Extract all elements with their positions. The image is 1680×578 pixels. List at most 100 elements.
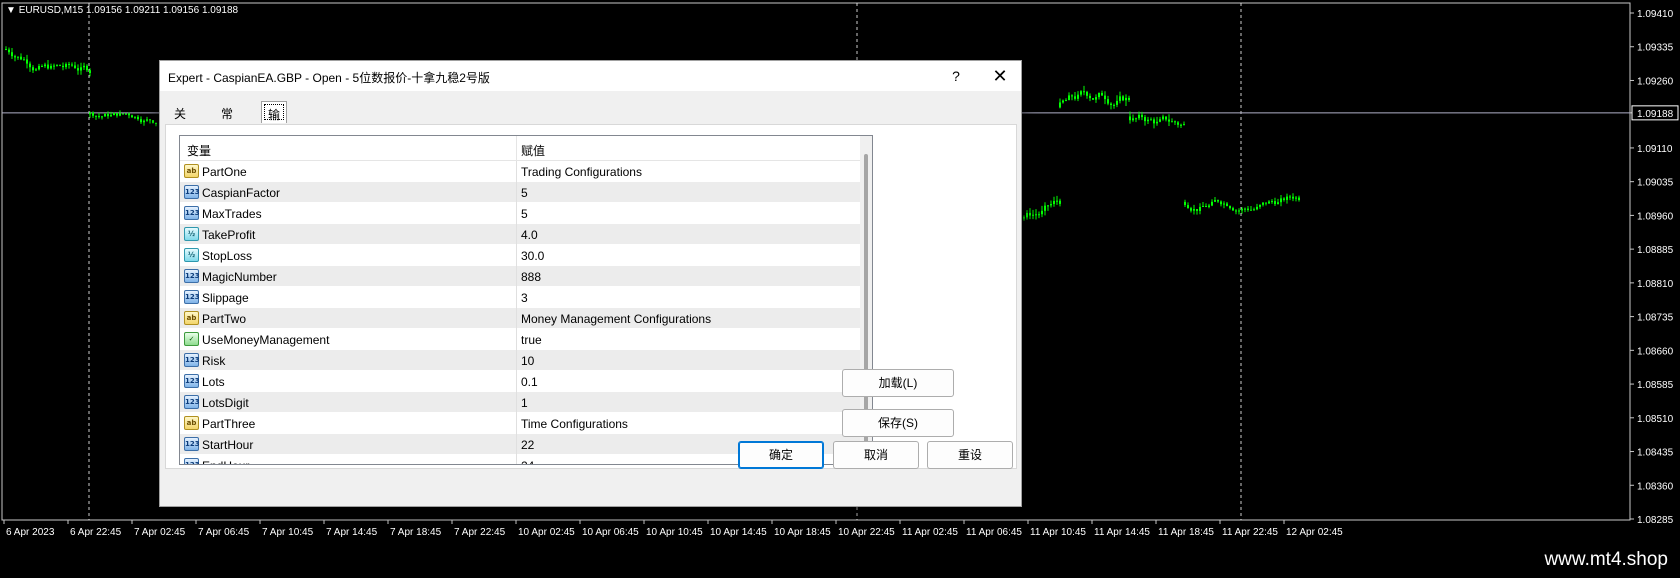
candle	[1071, 95, 1073, 97]
param-value[interactable]: 3	[521, 291, 528, 305]
price-tick-label: 1.08660	[1637, 346, 1674, 357]
column-divider[interactable]	[516, 136, 517, 161]
table-row[interactable]: ½ TakeProfit 4.0	[180, 224, 860, 245]
candle	[1128, 97, 1130, 100]
table-row[interactable]: ab PartThree Time Configurations	[180, 413, 860, 434]
candle	[1256, 206, 1258, 210]
candle	[1253, 209, 1255, 211]
param-value[interactable]: 0.1	[521, 375, 538, 389]
candle	[1199, 206, 1201, 211]
param-value[interactable]: Money Management Configurations	[521, 312, 711, 326]
column-header-value[interactable]: 赋值	[521, 142, 545, 159]
table-header: 变量 赋值	[180, 136, 860, 161]
param-value[interactable]: Time Configurations	[521, 417, 628, 431]
table-row[interactable]: ab PartOne Trading Configurations	[180, 161, 860, 182]
table-row[interactable]: 123 Lots 0.1	[180, 371, 860, 392]
candle	[65, 63, 67, 68]
close-button[interactable]: ✕	[980, 63, 1020, 89]
candle	[1113, 104, 1115, 106]
candle	[1147, 119, 1149, 122]
tab-common[interactable]: 常用	[215, 101, 239, 138]
candle	[1135, 118, 1137, 120]
ok-button[interactable]: 确定	[738, 441, 824, 469]
table-row[interactable]: 123 MaxTrades 5	[180, 203, 860, 224]
candle	[1041, 210, 1043, 215]
cancel-button[interactable]: 取消	[833, 441, 919, 469]
param-value[interactable]: 30.0	[521, 249, 544, 263]
param-value[interactable]: 1	[521, 396, 528, 410]
candle	[95, 115, 97, 117]
candle	[1286, 196, 1288, 200]
param-name: Lots	[202, 375, 225, 389]
param-value[interactable]: 5	[521, 186, 528, 200]
scrollbar-thumb[interactable]	[864, 154, 868, 444]
table-row[interactable]: ✓ UseMoneyManagement true	[180, 329, 860, 350]
param-type-int-icon: 123	[184, 185, 200, 199]
candle	[1247, 208, 1249, 210]
candle	[1065, 100, 1067, 102]
chart-menu-arrow-icon[interactable]: ▼	[6, 5, 16, 16]
candle	[1029, 212, 1031, 216]
status-strip	[0, 541, 1680, 578]
save-button[interactable]: 保存(S)	[842, 409, 954, 437]
param-value[interactable]: 888	[521, 270, 541, 284]
table-row[interactable]: 123 MagicNumber 888	[180, 266, 860, 287]
reset-button[interactable]: 重设	[927, 441, 1013, 469]
param-name: EndHour	[202, 459, 249, 464]
candle	[1190, 208, 1192, 211]
column-header-variable[interactable]: 变量	[187, 142, 211, 159]
table-row[interactable]: ½ StopLoss 30.0	[180, 245, 860, 266]
candle	[1032, 214, 1034, 216]
param-name: MaxTrades	[202, 207, 262, 221]
price-tick-label: 1.08885	[1637, 245, 1674, 256]
table-row[interactable]: ab PartTwo Money Management Configurations	[180, 308, 860, 329]
table-row[interactable]: 123 CaspianFactor 5	[180, 182, 860, 203]
cell-divider	[516, 224, 517, 245]
candle	[17, 56, 19, 58]
candle	[1059, 102, 1061, 108]
candle	[1104, 95, 1106, 100]
candle	[1150, 119, 1152, 121]
candle	[122, 113, 124, 115]
dialog-titlebar[interactable]: Expert - CaspianEA.GBP - Open - 5位数报价-十拿…	[160, 61, 1021, 91]
time-tick-label: 10 Apr 06:45	[582, 527, 639, 538]
price-tick-label: 1.09410	[1637, 9, 1674, 20]
table-row[interactable]: 123 Risk 10	[180, 350, 860, 371]
candle	[50, 65, 52, 69]
candle	[14, 56, 16, 58]
candle	[44, 64, 46, 67]
candle	[1035, 214, 1037, 216]
candle	[1292, 196, 1294, 199]
candle	[1086, 91, 1088, 96]
candle	[1068, 95, 1070, 101]
candle	[1095, 97, 1097, 100]
expert-properties-dialog: Expert - CaspianEA.GBP - Open - 5位数报价-十拿…	[159, 60, 1022, 507]
param-value[interactable]: 22	[521, 438, 534, 452]
param-value[interactable]: 10	[521, 354, 534, 368]
candle	[1214, 200, 1216, 202]
dialog-title: Expert - CaspianEA.GBP - Open - 5位数报价-十拿…	[168, 71, 490, 85]
candle	[1026, 212, 1028, 218]
param-name: PartThree	[202, 417, 256, 431]
tab-about[interactable]: 关于	[168, 101, 192, 138]
param-type-ab-icon: ab	[184, 311, 199, 325]
cell-divider	[516, 161, 517, 182]
table-row[interactable]: 123 LotsDigit 1	[180, 392, 860, 413]
candle	[1232, 208, 1234, 211]
param-value[interactable]: 24	[521, 459, 534, 464]
candle	[125, 113, 127, 115]
param-value[interactable]: Trading Configurations	[521, 165, 642, 179]
param-value[interactable]: 4.0	[521, 228, 538, 242]
param-name: Risk	[202, 354, 226, 368]
load-button[interactable]: 加载(L)	[842, 369, 954, 397]
param-value[interactable]: 5	[521, 207, 528, 221]
candle	[89, 70, 91, 74]
tab-inputs[interactable]: 输入参数	[261, 101, 288, 173]
candle	[86, 65, 88, 71]
param-value[interactable]: true	[521, 333, 542, 347]
table-row[interactable]: 123 Slippage 3	[180, 287, 860, 308]
candle	[77, 68, 79, 71]
help-button[interactable]: ?	[936, 63, 976, 89]
candle	[1107, 99, 1109, 104]
param-name: LotsDigit	[202, 396, 249, 410]
